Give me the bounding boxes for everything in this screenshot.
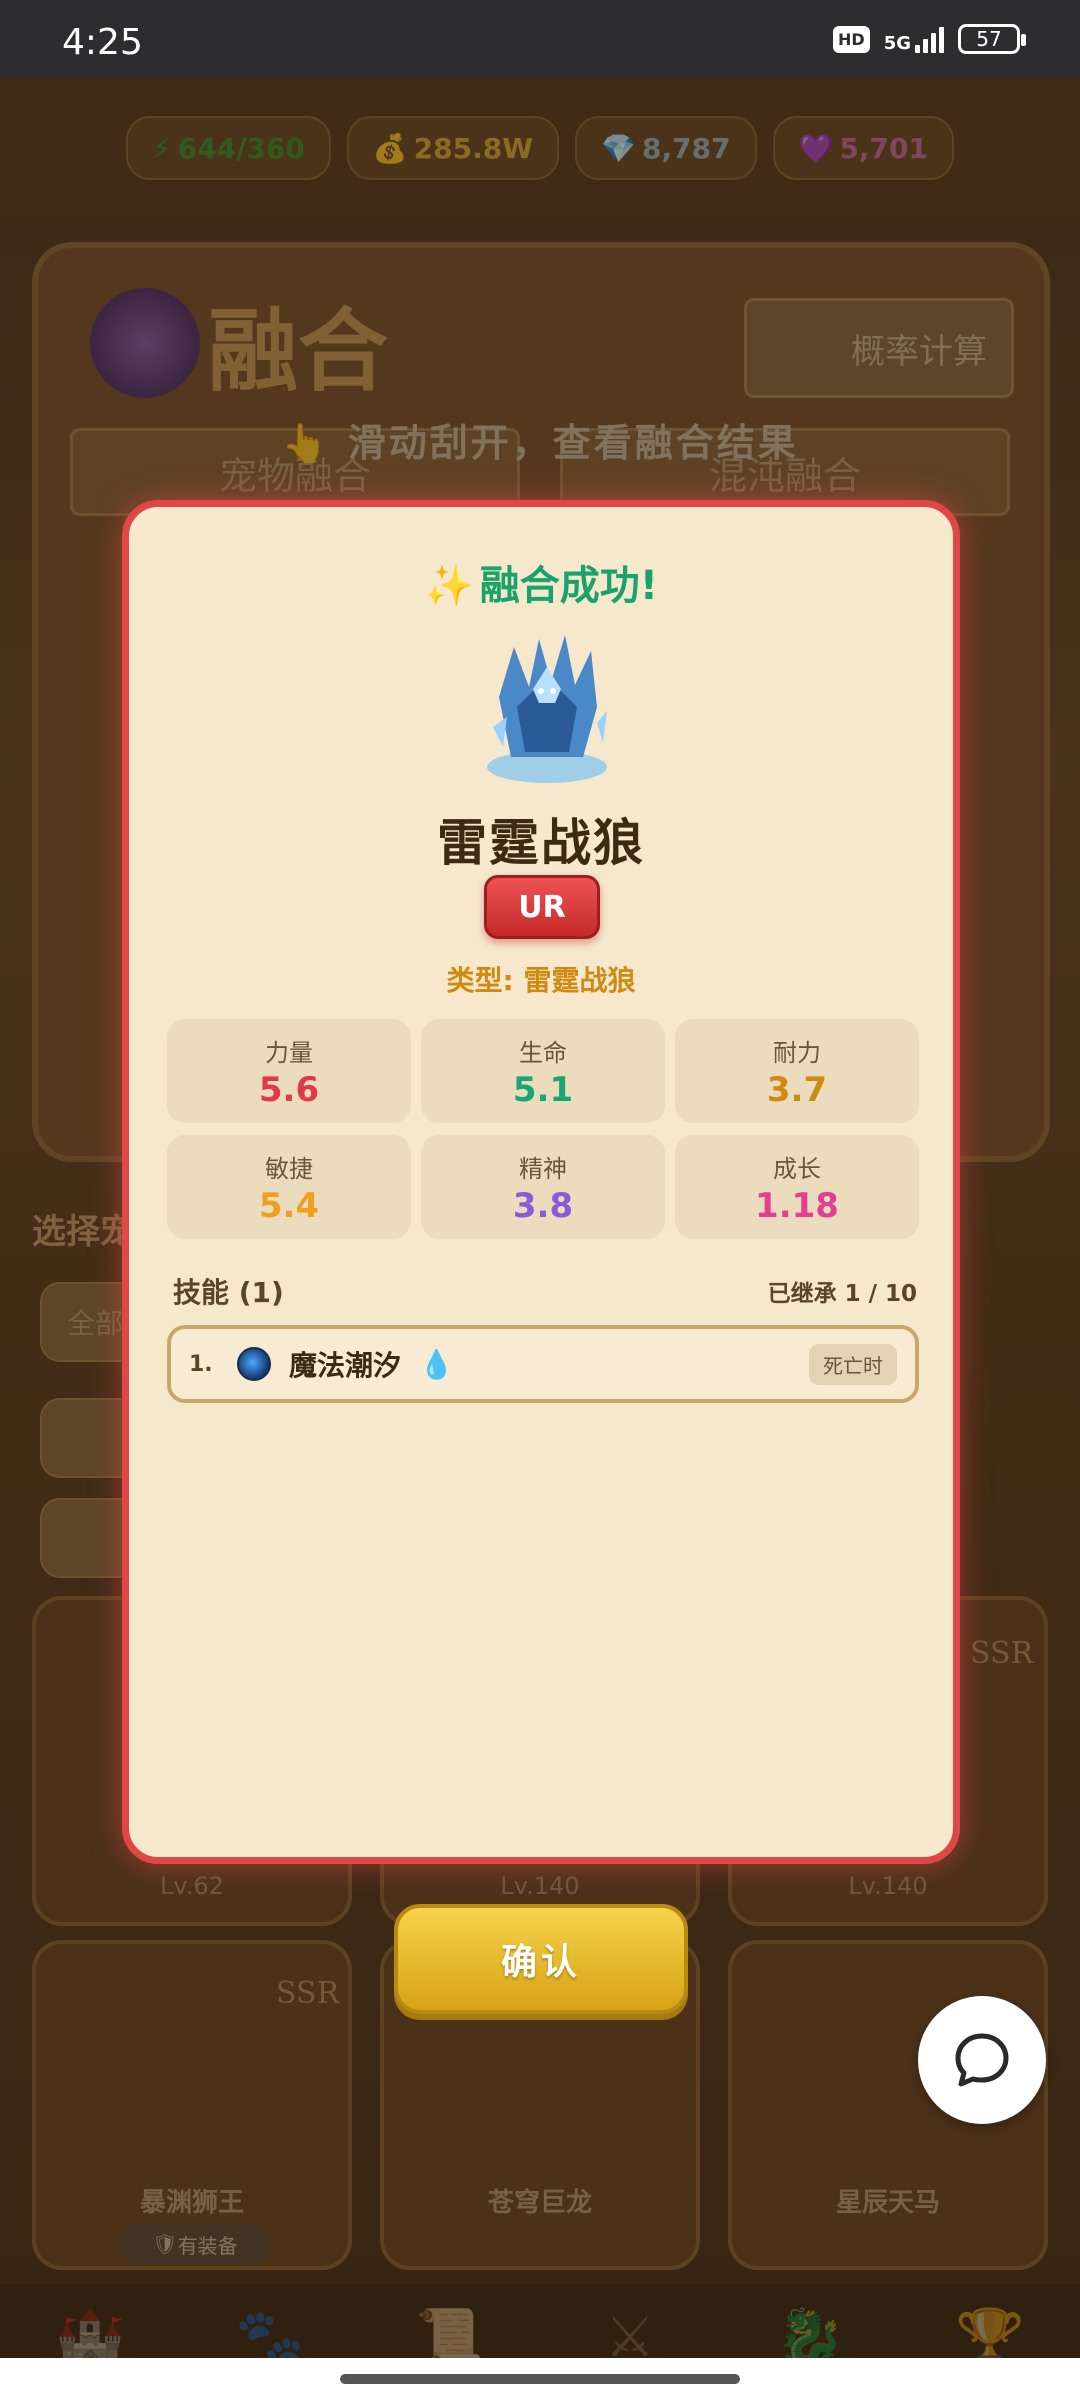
skill-name: 魔法潮汐 — [289, 1349, 402, 1382]
pet-image — [487, 635, 607, 783]
home-indicator[interactable] — [340, 2374, 740, 2384]
stat-growth: 成长 1.18 — [675, 1135, 919, 1239]
confirm-button[interactable]: 确认 — [394, 1904, 688, 2014]
sparkles-icon: ✨ — [423, 563, 474, 609]
water-drop-icon: 💧 — [419, 1347, 454, 1381]
pet-name: 雷霆战狼 — [437, 814, 645, 872]
skill-trigger: 死亡时 — [809, 1343, 897, 1385]
inherited-count: 已继承 1 / 10 — [767, 1281, 917, 1307]
status-icons: HD 5G 57 — [833, 24, 1026, 54]
hd-icon: HD — [833, 25, 870, 53]
gesture-bar — [0, 2358, 1080, 2400]
status-bar: 4:25 HD 5G 57 — [0, 0, 1080, 78]
tide-orb-icon — [237, 1347, 271, 1381]
battery-icon: 57 — [958, 24, 1026, 54]
stat-spirit: 精神 3.8 — [421, 1135, 665, 1239]
skills-title: 技能 (1) — [173, 1276, 284, 1309]
pet-type: 类型: 雷霆战狼 — [446, 964, 636, 997]
status-time: 4:25 — [62, 22, 143, 63]
stat-strength: 力量 5.6 — [167, 1019, 411, 1123]
skills-header: 技能 (1) 已继承 1 / 10 — [173, 1271, 917, 1311]
fusion-result-dialog: ✨ 融合成功! 雷霆战狼 UR 类型: 雷霆战狼 力量 5.6 生命 5.1 耐力 3.… — [122, 500, 960, 1864]
stat-stamina: 耐力 3.7 — [675, 1019, 919, 1123]
chat-bubble-icon — [955, 2033, 1009, 2087]
skill-item[interactable]: 1. 魔法潮汐 💧 死亡时 — [167, 1325, 919, 1403]
skill-index: 1. — [189, 1351, 213, 1377]
stats-grid: 力量 5.6 生命 5.1 耐力 3.7 敏捷 5.4 精神 3.8 成长 1.18 — [167, 1019, 919, 1239]
stat-agility: 敏捷 5.4 — [167, 1135, 411, 1239]
signal-icon: 5G — [884, 25, 944, 53]
stat-health: 生命 5.1 — [421, 1019, 665, 1123]
chat-button[interactable] — [918, 1996, 1046, 2124]
rarity-badge: UR — [484, 875, 600, 939]
dialog-title: ✨ 融合成功! — [423, 563, 659, 609]
